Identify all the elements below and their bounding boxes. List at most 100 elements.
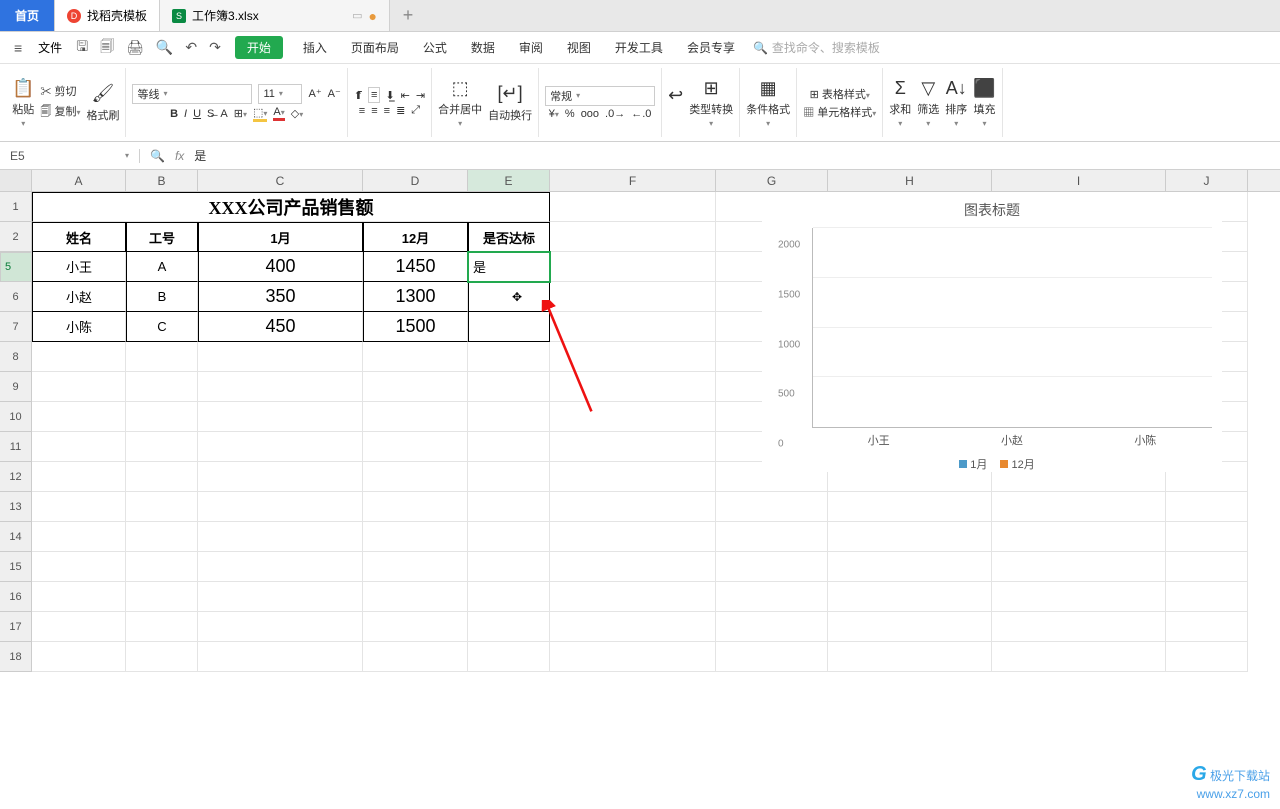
comma-icon[interactable]: ooo: [581, 108, 599, 120]
undo-icon[interactable]: ↶: [181, 39, 201, 56]
font-size-select[interactable]: 11▾: [258, 84, 302, 104]
dec-inc-icon[interactable]: .0→: [605, 108, 625, 120]
cell-A7[interactable]: 小陈: [32, 312, 126, 342]
decrease-font-icon[interactable]: A⁻: [328, 87, 341, 100]
redo-icon[interactable]: ↷: [205, 39, 225, 56]
align-left-icon[interactable]: ≡: [359, 105, 365, 117]
cell-E6[interactable]: [468, 282, 550, 312]
preview-icon[interactable]: 🔍: [152, 39, 177, 56]
dec-dec-icon[interactable]: ←.0: [631, 108, 651, 120]
row-15[interactable]: 15: [0, 552, 32, 582]
fill-color-button[interactable]: ⬚▾: [253, 106, 267, 122]
ribbon-tab-start[interactable]: 开始: [235, 36, 283, 59]
row-14[interactable]: 14: [0, 522, 32, 552]
align-right-icon[interactable]: ≡: [384, 105, 390, 117]
table-title[interactable]: XXX公司产品销售额: [32, 192, 550, 222]
sort-button[interactable]: A↓排序▾: [945, 77, 967, 128]
orientation-icon[interactable]: ⤢: [411, 104, 420, 117]
cell-D5[interactable]: 1450: [363, 252, 468, 282]
cell-D7[interactable]: 1500: [363, 312, 468, 342]
col-E[interactable]: E: [468, 170, 550, 191]
col-C[interactable]: C: [198, 170, 363, 191]
align-middle-icon[interactable]: ≡: [369, 88, 379, 102]
chart[interactable]: 图表标题 小王 小赵 小陈 1月 12月 0500100015002000: [762, 192, 1222, 472]
ribbon-tab-view[interactable]: 视图: [557, 39, 601, 56]
tab-template[interactable]: D 找稻壳模板: [55, 0, 160, 31]
cell-A6[interactable]: 小赵: [32, 282, 126, 312]
bold-button[interactable]: B: [170, 108, 178, 120]
cell-E5[interactable]: 是: [468, 252, 550, 282]
fx-icon[interactable]: fx: [175, 149, 184, 163]
select-all-corner[interactable]: [0, 170, 32, 191]
cell-B5[interactable]: A: [126, 252, 198, 282]
hdr-m1[interactable]: 1月: [198, 222, 363, 252]
ribbon-tab-layout[interactable]: 页面布局: [341, 39, 409, 56]
zoom-icon[interactable]: 🔍: [150, 149, 165, 163]
cell-C7[interactable]: 450: [198, 312, 363, 342]
border-button[interactable]: ⊞▾: [234, 107, 247, 120]
filter-button[interactable]: ▽筛选▾: [917, 77, 939, 128]
ribbon-tab-review[interactable]: 审阅: [509, 39, 553, 56]
row-12[interactable]: 12: [0, 462, 32, 492]
strike-button[interactable]: S̶: [207, 108, 214, 120]
row-17[interactable]: 17: [0, 612, 32, 642]
underline-button[interactable]: U: [193, 108, 201, 120]
col-D[interactable]: D: [363, 170, 468, 191]
hdr-name[interactable]: 姓名: [32, 222, 126, 252]
row-9[interactable]: 9: [0, 372, 32, 402]
cell-C5[interactable]: 400: [198, 252, 363, 282]
col-H[interactable]: H: [828, 170, 992, 191]
ribbon-tab-vip[interactable]: 会员专享: [677, 39, 745, 56]
cell-B6[interactable]: B: [126, 282, 198, 312]
type-convert-button[interactable]: ⊞类型转换▾: [689, 77, 733, 128]
fill-button[interactable]: ⬛填充▾: [973, 77, 995, 128]
command-search[interactable]: 🔍查找命令、搜索模板: [749, 39, 884, 56]
align-bottom-icon[interactable]: ⬇̲: [385, 89, 394, 102]
row-13[interactable]: 13: [0, 492, 32, 522]
table-style-button[interactable]: ⊞ 表格样式▾: [810, 86, 870, 102]
paste-button[interactable]: 📋粘贴▾: [12, 77, 34, 128]
cells-area[interactable]: XXX公司产品销售额 姓名 工号 1月 12月 是否达标 小王 A 400 14…: [32, 192, 1248, 672]
hdr-ok[interactable]: 是否达标: [468, 222, 550, 252]
ribbon-tab-insert[interactable]: 插入: [293, 39, 337, 56]
percent-icon[interactable]: %: [565, 108, 575, 120]
row-10[interactable]: 10: [0, 402, 32, 432]
col-B[interactable]: B: [126, 170, 198, 191]
font-effect-button[interactable]: A: [220, 108, 227, 120]
tab-workbook[interactable]: S 工作簿3.xlsx ▭ ●: [160, 0, 390, 31]
col-J[interactable]: J: [1166, 170, 1248, 191]
align-center-icon[interactable]: ≡: [371, 105, 377, 117]
formula-value[interactable]: 是: [194, 147, 206, 164]
saveas-icon[interactable]: 🗐: [96, 36, 118, 60]
menu-file[interactable]: 文件: [32, 39, 68, 56]
indent-inc-icon[interactable]: ⇥: [416, 89, 425, 102]
new-tab-button[interactable]: +: [390, 0, 426, 31]
indent-dec-icon[interactable]: ⇤: [401, 89, 410, 102]
cell-C6[interactable]: 350: [198, 282, 363, 312]
row-2[interactable]: 2: [0, 222, 32, 252]
row-6[interactable]: 6: [0, 282, 32, 312]
name-box[interactable]: E5▾: [0, 149, 140, 163]
row-5[interactable]: 5: [0, 252, 32, 282]
ribbon-tab-data[interactable]: 数据: [461, 39, 505, 56]
currency-icon[interactable]: ¥▾: [549, 108, 559, 120]
cell-E7[interactable]: [468, 312, 550, 342]
align-justify-icon[interactable]: ≣: [396, 104, 405, 117]
align-top-icon[interactable]: ⬆̄: [354, 89, 363, 102]
clear-format-button[interactable]: ◇▾: [291, 107, 303, 120]
menu-icon[interactable]: ≡: [8, 40, 28, 56]
row-8[interactable]: 8: [0, 342, 32, 372]
print-icon[interactable]: 🖨: [122, 39, 148, 56]
italic-button[interactable]: I: [184, 108, 187, 120]
format-painter-button[interactable]: 🖌格式刷: [86, 83, 119, 123]
tab-restore-icon[interactable]: ▭: [352, 9, 362, 22]
hdr-m12[interactable]: 12月: [363, 222, 468, 252]
col-G[interactable]: G: [716, 170, 828, 191]
cut-button[interactable]: ✂ 剪切: [40, 83, 76, 99]
ribbon-tab-dev[interactable]: 开发工具: [605, 39, 673, 56]
wrap-button[interactable]: [↵]自动换行: [488, 83, 532, 123]
sum-button[interactable]: Σ求和▾: [889, 77, 911, 128]
font-name-select[interactable]: 等线▾: [132, 84, 252, 104]
merge-button[interactable]: ⬚合并居中▾: [438, 77, 482, 128]
font-color-button[interactable]: A▾: [273, 106, 284, 121]
